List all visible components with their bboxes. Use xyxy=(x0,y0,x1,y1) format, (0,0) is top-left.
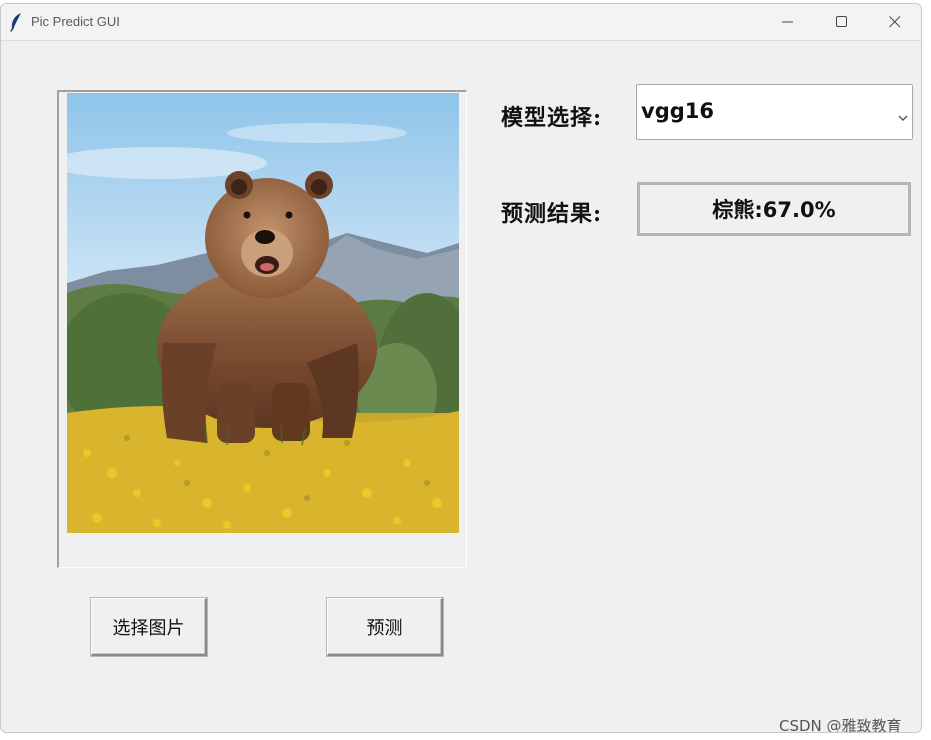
prediction-result-value: 棕熊:67.0% xyxy=(712,198,836,222)
maximize-icon xyxy=(836,16,847,27)
watermark-text: CSDN @雅致教育 xyxy=(779,717,902,733)
model-select-value: vgg16 xyxy=(641,99,714,123)
close-icon xyxy=(889,16,901,28)
title-bar[interactable]: Pic Predict GUI xyxy=(1,4,921,41)
predict-button[interactable]: 预测 xyxy=(327,598,443,656)
preview-image xyxy=(67,93,459,533)
prediction-result-box: 棕熊:67.0% xyxy=(637,182,911,236)
minimize-icon xyxy=(782,21,793,23)
model-select-dropdown[interactable]: vgg16 xyxy=(636,84,913,140)
image-preview-panel xyxy=(57,90,467,568)
maximize-button[interactable] xyxy=(819,4,865,40)
close-button[interactable] xyxy=(872,4,918,40)
feather-icon xyxy=(9,12,23,32)
window-title: Pic Predict GUI xyxy=(31,14,120,29)
model-select-label: 模型选择: xyxy=(501,105,603,131)
minimize-button[interactable] xyxy=(765,4,811,40)
prediction-result-label: 预测结果: xyxy=(501,201,603,227)
app-window: Pic Predict GUI 模型选择: vgg16 预测结果: 棕熊:67.… xyxy=(0,3,922,733)
select-image-button[interactable]: 选择图片 xyxy=(91,598,207,656)
chevron-down-icon[interactable] xyxy=(898,107,908,126)
